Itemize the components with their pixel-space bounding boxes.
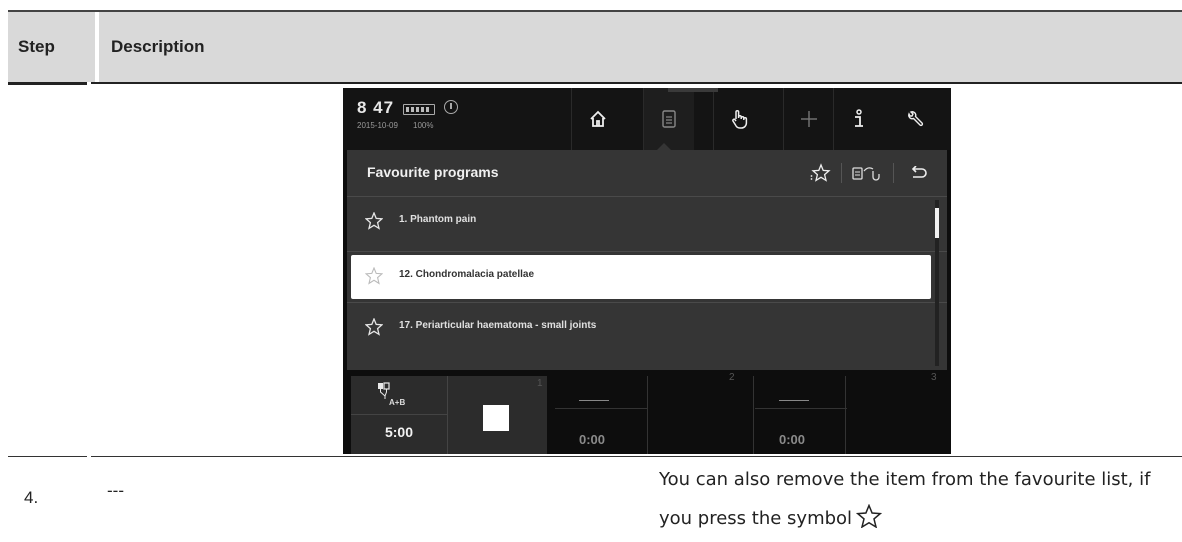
program-row[interactable]: 1. Phantom pain	[351, 200, 931, 244]
header-step: Step	[18, 37, 55, 56]
tool-separator	[841, 163, 842, 183]
stop-button[interactable]	[483, 405, 509, 431]
channel-3-time[interactable]: 0:00	[779, 432, 805, 447]
step-note: You can also remove the item from the fa…	[659, 460, 1179, 542]
star-outline-icon[interactable]	[365, 212, 383, 230]
channel-divider	[755, 408, 847, 409]
step-number: 4.	[24, 488, 39, 507]
plus-icon	[801, 111, 817, 127]
wrench-icon	[908, 111, 924, 127]
info-icon	[855, 109, 863, 127]
header-description: Description	[111, 37, 205, 56]
channel-divider	[351, 414, 447, 415]
program-label: 1. Phantom pain	[399, 214, 477, 225]
battery-percent: 100%	[413, 121, 434, 130]
channel-separator	[845, 376, 846, 454]
header-separator	[95, 12, 99, 82]
device-screen: 8 47 2015-10-09 100% Favourite programs …	[343, 88, 951, 454]
channel-separator	[647, 376, 648, 454]
program-transfer-icon	[852, 167, 880, 181]
header-rule-step	[8, 82, 87, 85]
panel-divider	[347, 196, 947, 197]
channel-separator	[753, 376, 754, 454]
channel-1-time: 5:00	[384, 424, 414, 440]
active-tab-marker	[668, 88, 718, 92]
channel-1-info: A+B 5:00	[351, 376, 448, 454]
electrode-label: A+B	[389, 398, 406, 407]
row-divider	[347, 302, 947, 303]
home-icon	[590, 110, 606, 127]
channel-divider	[555, 408, 647, 409]
program-label: 12. Chondromalacia patellae	[399, 269, 535, 280]
header-rule-description	[91, 82, 1182, 84]
status-bar: 8 47 2015-10-09 100%	[343, 88, 951, 150]
hand-pointer-icon	[732, 110, 748, 129]
star-outline-icon[interactable]	[365, 318, 383, 336]
star-outline-icon	[855, 503, 883, 542]
nav-home-button[interactable]	[571, 88, 624, 150]
channel-1-number: 1	[537, 378, 543, 389]
tool-separator	[893, 163, 894, 183]
nav-programs-button[interactable]	[643, 88, 694, 150]
channel-2-number: 2	[729, 372, 735, 383]
scrollbar-thumb[interactable]	[935, 208, 939, 238]
channel-1[interactable]: A+B 5:00 1	[351, 376, 547, 454]
back-button[interactable]	[899, 158, 939, 188]
step-note-text: You can also remove the item from the fa…	[659, 469, 1151, 529]
table-header-row: Step Description	[8, 12, 1182, 82]
nav-manual-button[interactable]	[713, 88, 764, 150]
nav-settings-button[interactable]	[887, 88, 943, 150]
favourite-programs-panel: Favourite programs 1. Phantom pain 12. C…	[347, 150, 947, 370]
program-transfer-button[interactable]	[847, 158, 887, 188]
program-label: 17. Periarticular haematoma - small join…	[399, 320, 597, 331]
row-rule-step	[8, 456, 87, 457]
favourite-star-icon	[810, 163, 831, 182]
program-row-selected[interactable]: 12. Chondromalacia patellae	[351, 255, 931, 299]
date: 2015-10-09	[357, 121, 398, 130]
channel-strip: A+B 5:00 1 0:00 2 0:00 3	[343, 370, 951, 454]
row-rule-description	[91, 456, 1182, 457]
power-icon	[444, 100, 458, 114]
nav-add-button[interactable]	[783, 88, 834, 150]
channel-2-time[interactable]: 0:00	[579, 432, 605, 447]
channel-3-level-dash	[779, 400, 809, 401]
panel-title: Favourite programs	[367, 164, 499, 180]
row-divider	[347, 251, 947, 252]
panel-caret	[657, 143, 671, 150]
add-favourite-button[interactable]	[805, 158, 835, 188]
program-row[interactable]: 17. Periarticular haematoma - small join…	[351, 306, 931, 350]
clock: 8 47	[357, 98, 395, 117]
channel-2-level-dash	[579, 400, 609, 401]
nav-info-button[interactable]	[833, 88, 884, 150]
back-icon	[911, 166, 927, 178]
document-icon	[662, 110, 676, 128]
step-description: ---	[107, 481, 124, 500]
channel-3-number: 3	[931, 372, 937, 383]
star-outline-icon[interactable]	[365, 267, 383, 285]
battery-icon	[403, 104, 435, 115]
